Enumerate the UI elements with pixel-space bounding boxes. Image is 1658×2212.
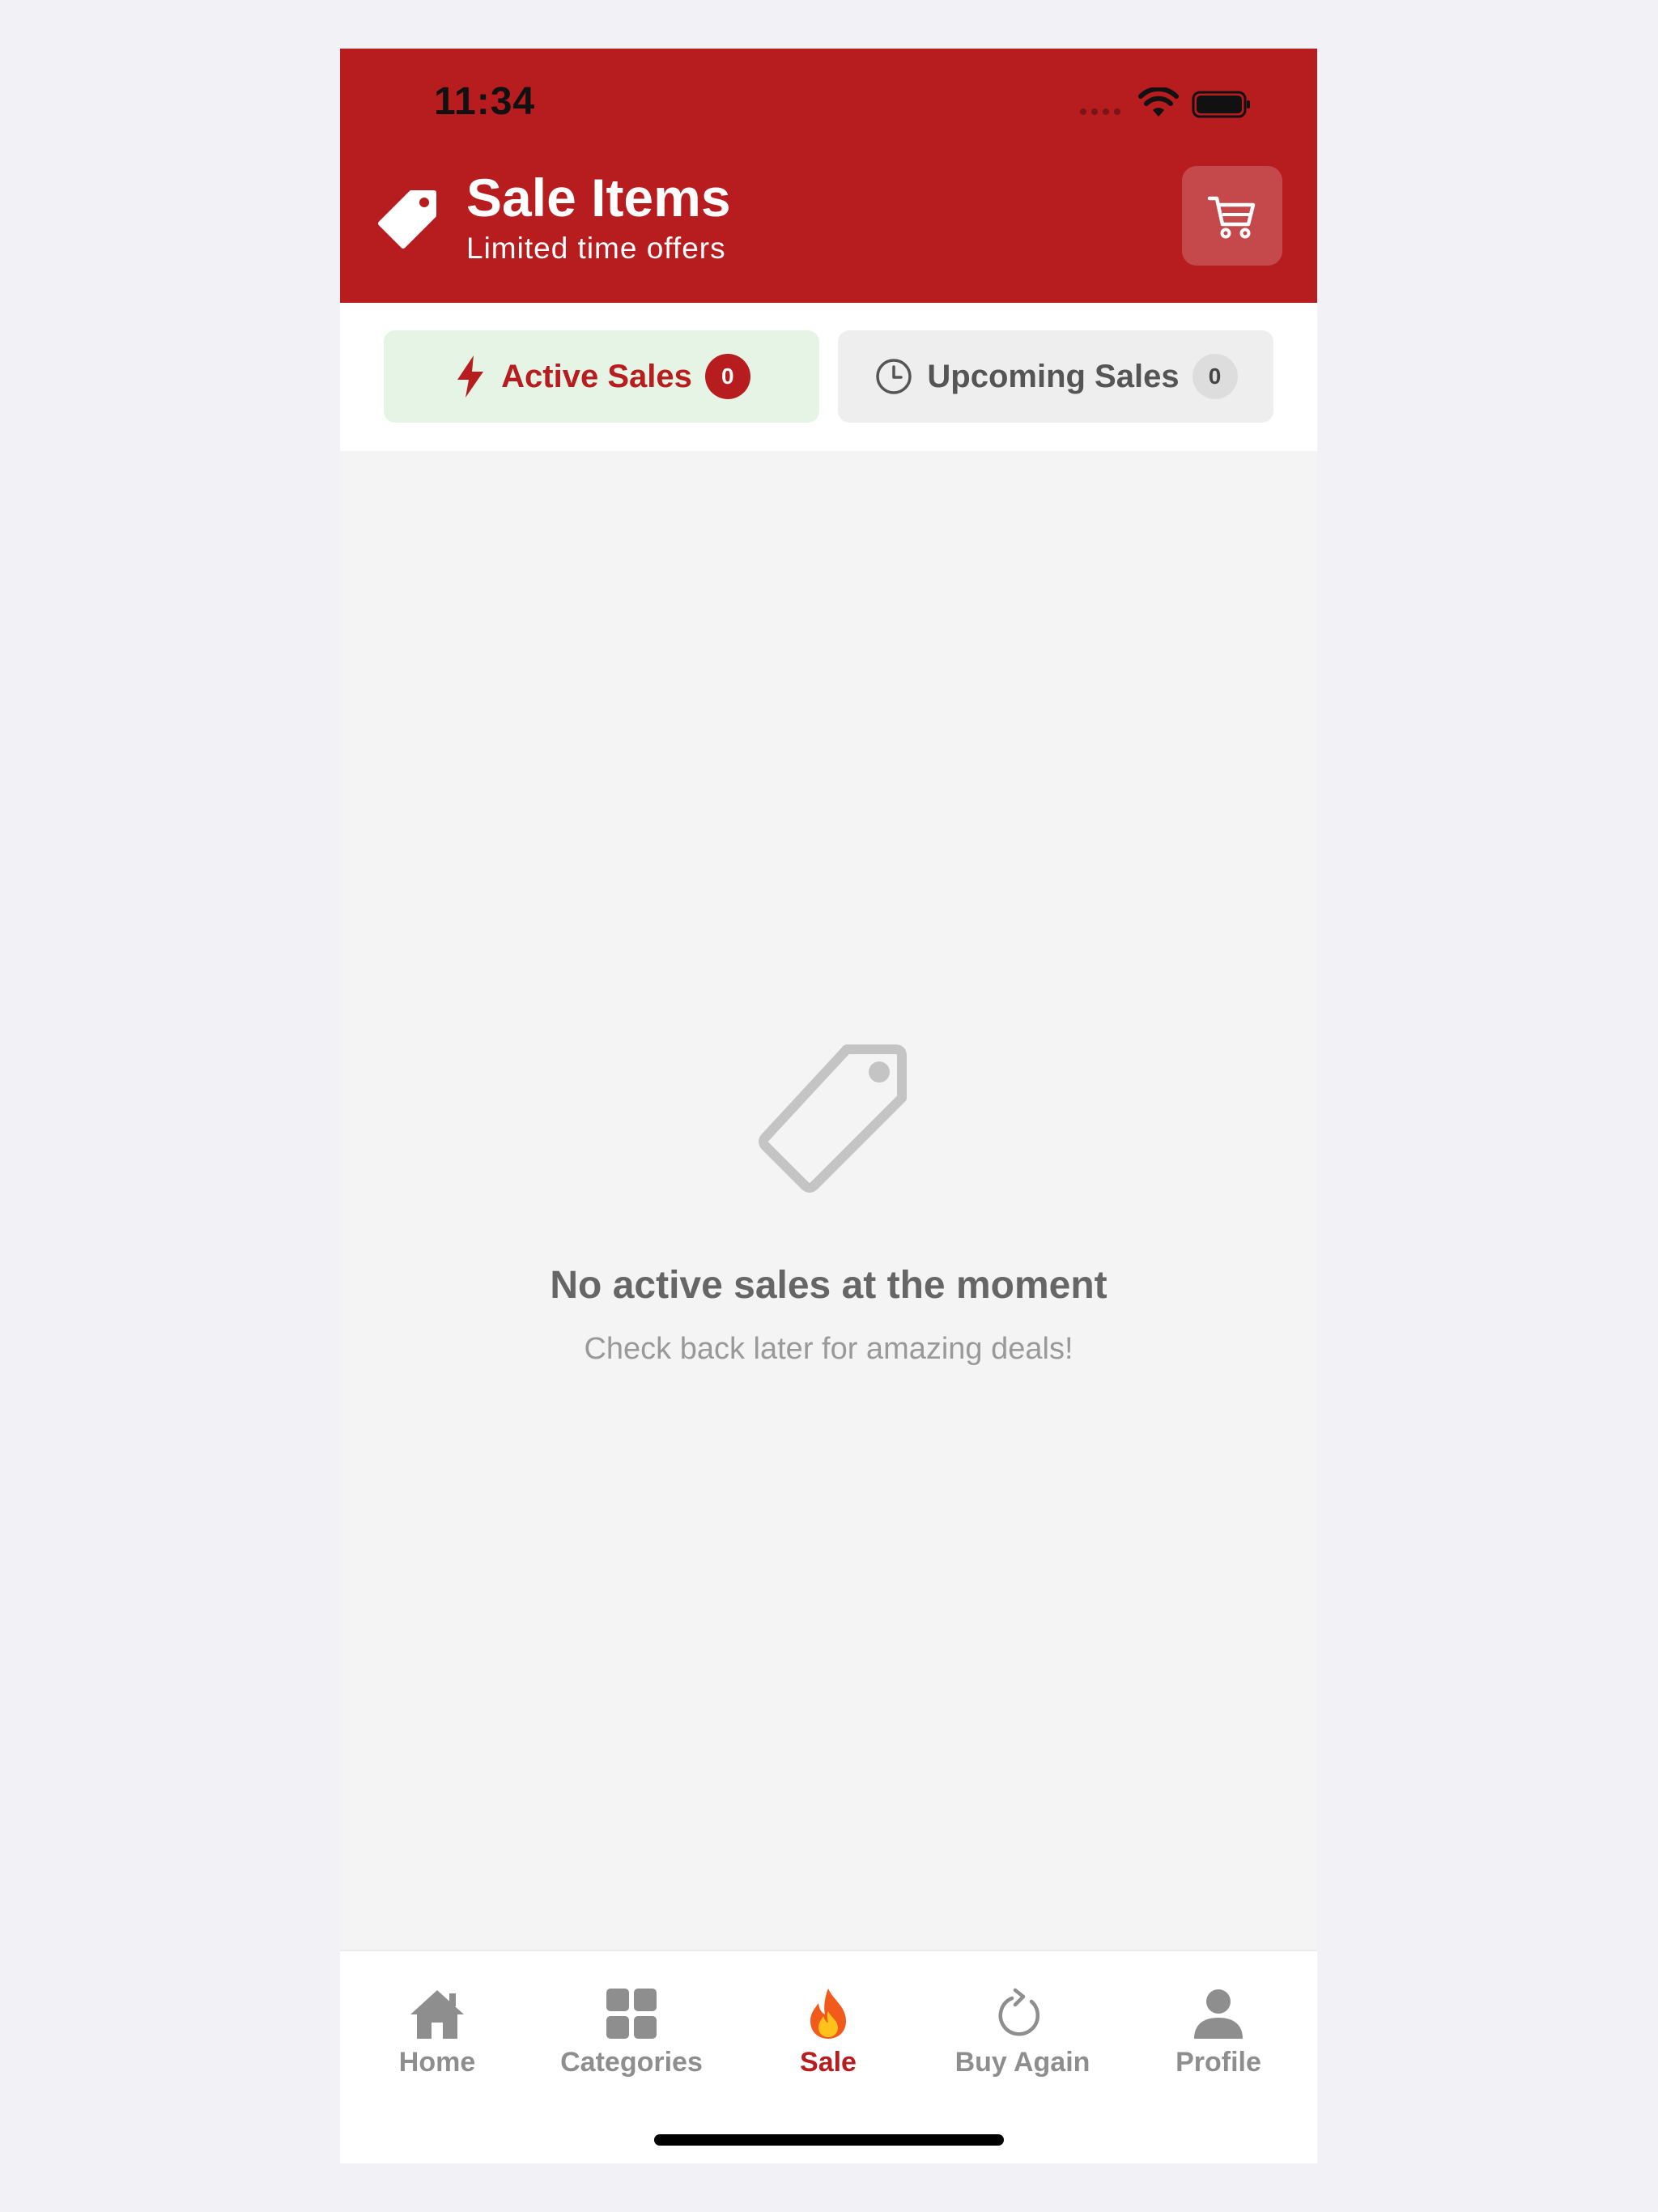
sale-tabs: Active Sales 0 Upcoming Sales 0 xyxy=(340,303,1317,451)
battery-icon xyxy=(1192,91,1250,118)
bottom-nav: Home Categories Sale Buy Again Profile xyxy=(340,1950,1317,2163)
page-subtitle: Limited time offers xyxy=(466,232,726,265)
status-time: 11:34 xyxy=(434,80,536,123)
nav-label: Profile xyxy=(1175,2047,1261,2078)
person-icon xyxy=(1194,1989,1243,2039)
grid-icon xyxy=(606,1989,657,2039)
nav-item-sale[interactable]: Sale xyxy=(731,1951,925,2089)
nav-item-home[interactable]: Home xyxy=(340,1951,534,2089)
wifi-icon xyxy=(1138,87,1179,117)
tab-label: Active Sales xyxy=(501,358,692,394)
page-title: Sale Items xyxy=(466,168,731,228)
empty-state-title: No active sales at the moment xyxy=(550,1264,1107,1307)
nav-label: Buy Again xyxy=(954,2047,1090,2078)
count-badge: 0 xyxy=(704,354,750,399)
tag-icon xyxy=(378,190,436,249)
cart-icon xyxy=(1207,196,1256,238)
count-badge: 0 xyxy=(1192,354,1238,399)
nav-item-profile[interactable]: Profile xyxy=(1121,1951,1316,2089)
cart-button[interactable] xyxy=(1182,166,1282,266)
tab-label: Upcoming Sales xyxy=(927,358,1180,394)
tab-upcoming-sales[interactable]: Upcoming Sales 0 xyxy=(838,330,1273,423)
nav-item-categories[interactable]: Categories xyxy=(534,1951,729,2089)
home-indicator xyxy=(654,2134,1004,2146)
bolt-icon xyxy=(457,355,484,398)
app-header: 11:34 Sale Items Limited time offers xyxy=(340,49,1317,303)
nav-label: Home xyxy=(398,2047,476,2078)
fire-icon xyxy=(810,1989,846,2039)
clock-icon xyxy=(876,359,912,394)
nav-item-buy-again[interactable]: Buy Again xyxy=(925,1951,1120,2089)
app-screen: 11:34 Sale Items Limited time offers Act… xyxy=(340,49,1317,2163)
empty-state-subtitle: Check back later for amazing deals! xyxy=(584,1332,1073,1366)
nav-label: Categories xyxy=(560,2047,703,2078)
refresh-icon xyxy=(998,1988,1040,2036)
nav-label: Sale xyxy=(800,2047,857,2078)
tag-outline-icon xyxy=(759,1044,907,1193)
cellular-signal-icon xyxy=(1080,108,1120,115)
tab-active-sales[interactable]: Active Sales 0 xyxy=(384,330,819,423)
home-icon xyxy=(410,1990,464,2039)
